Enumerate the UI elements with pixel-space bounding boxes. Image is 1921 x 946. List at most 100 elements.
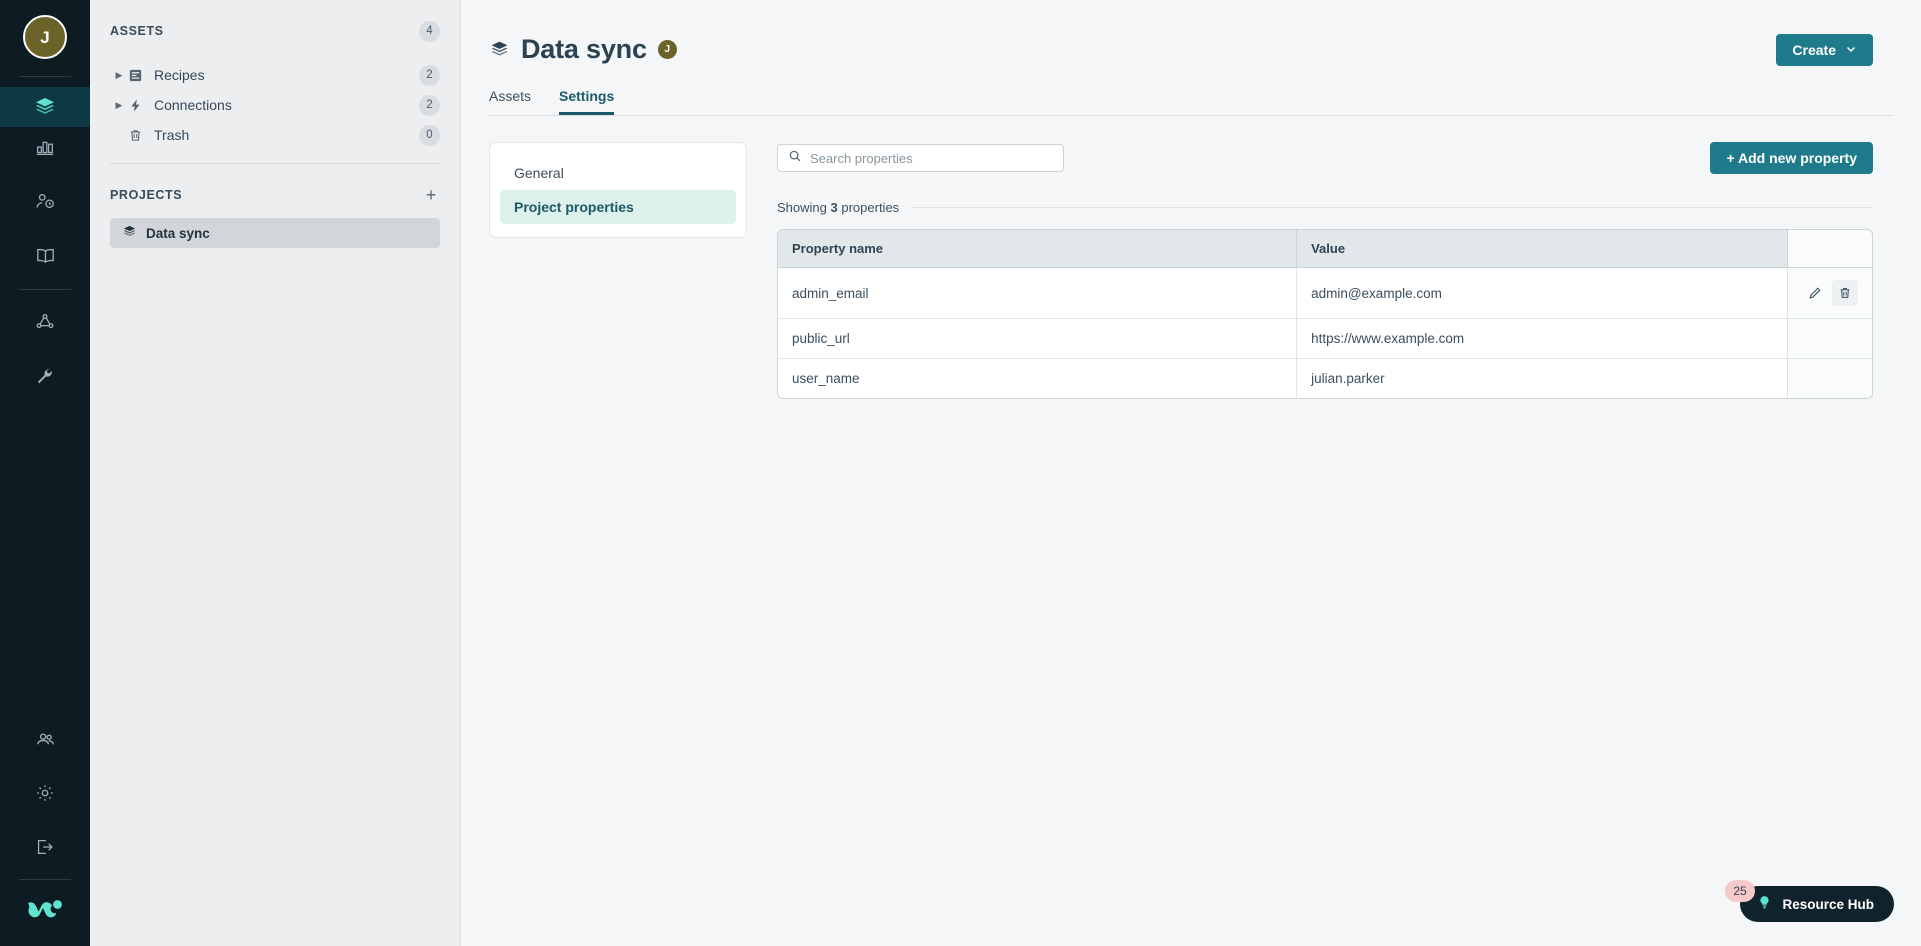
cell-row-actions bbox=[1787, 359, 1872, 398]
rail-divider-mid bbox=[19, 289, 71, 290]
sidebar-item-label: Recipes bbox=[154, 67, 205, 83]
settings-nav-general[interactable]: General bbox=[500, 156, 736, 190]
table-row: public_url https://www.example.com bbox=[778, 319, 1872, 359]
app-root: J ASSETS 4 ▶ Recipes 2 ▶ Connections 2 T… bbox=[0, 0, 1921, 946]
delete-property-button[interactable] bbox=[1831, 280, 1858, 306]
layers-icon bbox=[489, 39, 510, 60]
layers-icon bbox=[122, 224, 137, 242]
projects-section-header: PROJECTS + bbox=[110, 180, 440, 210]
rail-divider-top bbox=[19, 76, 71, 77]
properties-panel: + Add new property Showing 3 properties … bbox=[777, 142, 1893, 399]
tab-bar: Assets Settings bbox=[489, 88, 1921, 115]
column-header-value: Value bbox=[1296, 230, 1788, 268]
cell-property-name: public_url bbox=[778, 319, 1297, 359]
column-header-actions bbox=[1787, 230, 1872, 268]
add-new-property-button[interactable]: + Add new property bbox=[1710, 142, 1873, 174]
chevron-right-icon[interactable]: ▶ bbox=[110, 100, 128, 111]
cell-property-name: user_name bbox=[778, 359, 1297, 398]
page-title: Data sync bbox=[521, 34, 647, 64]
avatar[interactable]: J bbox=[23, 15, 67, 59]
resource-hub-badge: 25 bbox=[1725, 880, 1755, 902]
search-input[interactable] bbox=[810, 150, 1053, 166]
main-content: Data sync J Create Assets Settings Gener… bbox=[461, 0, 1921, 946]
sidebar-item-data-sync[interactable]: Data sync bbox=[110, 218, 440, 248]
table-row: admin_email admin@example.com bbox=[778, 268, 1872, 319]
cell-row-actions bbox=[1787, 319, 1872, 359]
sidebar-item-label: Connections bbox=[154, 97, 232, 113]
sidebar-item-label: Trash bbox=[154, 127, 190, 143]
chevron-right-icon[interactable]: ▶ bbox=[110, 70, 128, 81]
chevron-down-icon bbox=[1845, 42, 1857, 58]
trash-count: 0 bbox=[419, 124, 440, 146]
edit-property-button[interactable] bbox=[1802, 280, 1828, 306]
bar-chart-icon bbox=[34, 136, 56, 158]
projects-label: PROJECTS bbox=[110, 188, 183, 202]
rail-item-tools[interactable] bbox=[0, 356, 90, 396]
logout-icon bbox=[34, 836, 56, 858]
column-header-property-name: Property name bbox=[778, 230, 1297, 268]
showing-count-value: 3 bbox=[830, 200, 838, 215]
page-header: Data sync J Create bbox=[461, 0, 1921, 66]
assets-section-header[interactable]: ASSETS 4 bbox=[110, 16, 440, 46]
tab-assets[interactable]: Assets bbox=[489, 88, 531, 115]
rail-item-analytics[interactable] bbox=[0, 127, 90, 167]
create-button[interactable]: Create bbox=[1776, 34, 1873, 66]
search-properties-box[interactable] bbox=[777, 144, 1064, 172]
cell-property-value: https://www.example.com bbox=[1296, 319, 1788, 359]
connections-count: 2 bbox=[419, 94, 440, 116]
settings-nav-card: General Project properties bbox=[489, 142, 747, 238]
sidebar-item-recipes[interactable]: ▶ Recipes 2 bbox=[110, 60, 440, 90]
wrench-icon bbox=[34, 365, 56, 387]
tab-settings[interactable]: Settings bbox=[559, 88, 614, 115]
rail-item-settings[interactable] bbox=[0, 773, 90, 813]
rail-item-assets[interactable] bbox=[0, 87, 90, 127]
avatar-wrap: J bbox=[23, 0, 67, 74]
recipes-count: 2 bbox=[419, 64, 440, 86]
assets-count: 4 bbox=[419, 20, 440, 42]
users-icon bbox=[34, 728, 57, 751]
table-body: admin_email admin@example.com public_url… bbox=[778, 268, 1872, 398]
bolt-icon bbox=[128, 98, 154, 113]
rail-logo-wrap bbox=[24, 880, 66, 946]
sidebar-item-connections[interactable]: ▶ Connections 2 bbox=[110, 90, 440, 120]
sidebar-divider bbox=[110, 163, 440, 164]
share-nodes-icon bbox=[34, 311, 56, 333]
trash-icon bbox=[128, 128, 154, 143]
gear-icon bbox=[34, 782, 56, 804]
settings-nav-project-properties[interactable]: Project properties bbox=[500, 190, 736, 224]
sidebar-item-trash[interactable]: Trash 0 bbox=[110, 120, 440, 150]
book-icon bbox=[34, 244, 57, 267]
rail-item-integrations[interactable] bbox=[0, 302, 90, 342]
owner-avatar: J bbox=[657, 40, 677, 59]
table-header: Property name Value bbox=[778, 230, 1872, 268]
rail-item-docs[interactable] bbox=[0, 235, 90, 275]
assets-label: ASSETS bbox=[110, 24, 164, 38]
rail-item-activity[interactable] bbox=[0, 181, 90, 221]
showing-count-text: Showing 3 properties bbox=[777, 200, 900, 215]
search-icon bbox=[788, 149, 802, 168]
add-project-button[interactable]: + bbox=[422, 186, 440, 204]
user-clock-icon bbox=[34, 190, 56, 212]
create-button-label: Create bbox=[1792, 42, 1836, 58]
resource-hub-label: Resource Hub bbox=[1782, 896, 1874, 912]
lightbulb-icon bbox=[1756, 894, 1773, 914]
properties-table: Property name Value admin_email admin@ex… bbox=[777, 229, 1873, 399]
recipe-icon bbox=[128, 68, 154, 83]
table-header-row: Property name Value bbox=[778, 230, 1872, 268]
rail-item-logout[interactable] bbox=[0, 827, 90, 867]
rail-item-team[interactable] bbox=[0, 719, 90, 759]
icon-rail: J bbox=[0, 0, 90, 946]
cell-property-value: julian.parker bbox=[1296, 359, 1788, 398]
cell-row-actions bbox=[1787, 268, 1872, 319]
settings-body: General Project properties + Add new pr bbox=[461, 116, 1921, 399]
project-sidebar: ASSETS 4 ▶ Recipes 2 ▶ Connections 2 Tra… bbox=[90, 0, 461, 946]
showing-row: Showing 3 properties bbox=[777, 200, 1873, 215]
workato-logo bbox=[24, 896, 66, 931]
resource-hub-button[interactable]: Resource Hub bbox=[1740, 886, 1894, 922]
title-row: Data sync J bbox=[489, 34, 1776, 65]
project-label: Data sync bbox=[146, 225, 210, 241]
cell-property-name: admin_email bbox=[778, 268, 1297, 319]
properties-toolbar: + Add new property bbox=[777, 142, 1873, 174]
layers-icon bbox=[33, 95, 57, 119]
table-row: user_name julian.parker bbox=[778, 359, 1872, 398]
